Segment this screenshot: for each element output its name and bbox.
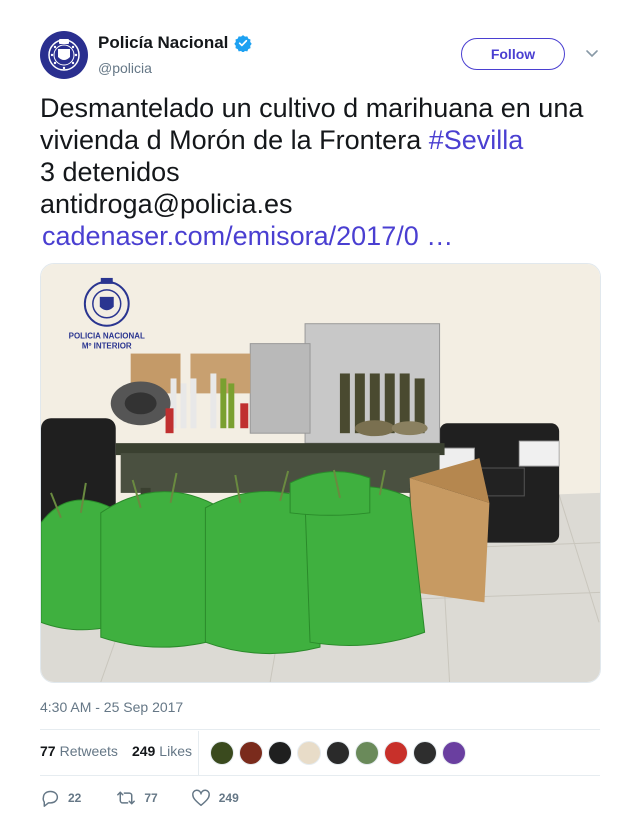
liker-avatar[interactable] bbox=[239, 741, 263, 765]
heart-icon bbox=[191, 789, 210, 807]
likes-count: 249 bbox=[131, 743, 156, 759]
tweet-photo[interactable]: POLICIA NACIONAL Mº INTERIOR bbox=[40, 263, 601, 683]
tweet-line: Desmantelado un cultivo d marihuana en u… bbox=[40, 93, 584, 123]
tweet-timestamp[interactable]: 4:30 AM - 25 Sep 2017 bbox=[40, 699, 183, 715]
seized-drugs-photo: POLICIA NACIONAL Mº INTERIOR bbox=[41, 264, 600, 682]
liker-avatar[interactable] bbox=[326, 741, 350, 765]
retweets-stat[interactable]: 77 Retweets bbox=[40, 743, 118, 759]
reply-icon bbox=[42, 790, 59, 807]
police-crest-icon bbox=[48, 39, 80, 71]
hashtag-link[interactable]: #Sevilla bbox=[429, 125, 524, 155]
likes-label: Likes bbox=[159, 743, 192, 759]
divider bbox=[40, 729, 600, 730]
tweet-line: 3 detenidos bbox=[40, 157, 180, 187]
liker-avatar[interactable] bbox=[384, 741, 408, 765]
liker-avatar[interactable] bbox=[355, 741, 379, 765]
logo-text-2: Mº INTERIOR bbox=[82, 342, 132, 351]
retweets-count: 77 bbox=[40, 743, 56, 759]
logo-text-1: POLICIA NACIONAL bbox=[69, 332, 145, 341]
liker-avatar[interactable] bbox=[442, 741, 466, 765]
like-button[interactable]: 249 bbox=[191, 789, 239, 807]
user-name-row[interactable]: Policía Nacional bbox=[98, 33, 253, 53]
liker-avatar[interactable] bbox=[210, 741, 234, 765]
divider bbox=[40, 775, 600, 776]
chevron-down-icon[interactable] bbox=[585, 48, 599, 60]
vertical-divider bbox=[198, 731, 199, 775]
tweet-text: Desmantelado un cultivo d marihuana en u… bbox=[40, 92, 610, 252]
reply-button[interactable]: 22 bbox=[40, 789, 81, 807]
liker-avatar[interactable] bbox=[297, 741, 321, 765]
verified-badge-icon bbox=[234, 35, 253, 52]
tweet-line-text: vivienda d Morón de la Frontera bbox=[40, 125, 429, 155]
follow-button[interactable]: Follow bbox=[461, 38, 565, 70]
liker-avatars bbox=[210, 741, 471, 765]
like-count: 249 bbox=[218, 791, 239, 805]
tweet-line: antidroga@policia.es bbox=[40, 189, 293, 219]
user-handle[interactable]: @policia bbox=[98, 60, 152, 76]
url-link[interactable]: cadenaser.com/emisora/2017/0 … bbox=[42, 221, 453, 251]
liker-avatar[interactable] bbox=[268, 741, 292, 765]
retweet-icon bbox=[117, 791, 136, 805]
retweets-label: Retweets bbox=[59, 743, 118, 759]
display-name[interactable]: Policía Nacional bbox=[98, 33, 228, 53]
retweet-button[interactable]: 77 bbox=[116, 789, 158, 807]
reply-count: 22 bbox=[68, 791, 82, 805]
engagement-stats: 77 Retweets 249 Likes bbox=[40, 743, 206, 759]
avatar[interactable] bbox=[40, 31, 88, 79]
retweet-count: 77 bbox=[144, 791, 158, 805]
tweet-line: vivienda d Morón de la Frontera #Sevilla bbox=[40, 124, 610, 156]
likes-stat[interactable]: 249 Likes bbox=[132, 743, 192, 759]
tweet-actions: 22 77 249 bbox=[40, 789, 239, 807]
liker-avatar[interactable] bbox=[413, 741, 437, 765]
